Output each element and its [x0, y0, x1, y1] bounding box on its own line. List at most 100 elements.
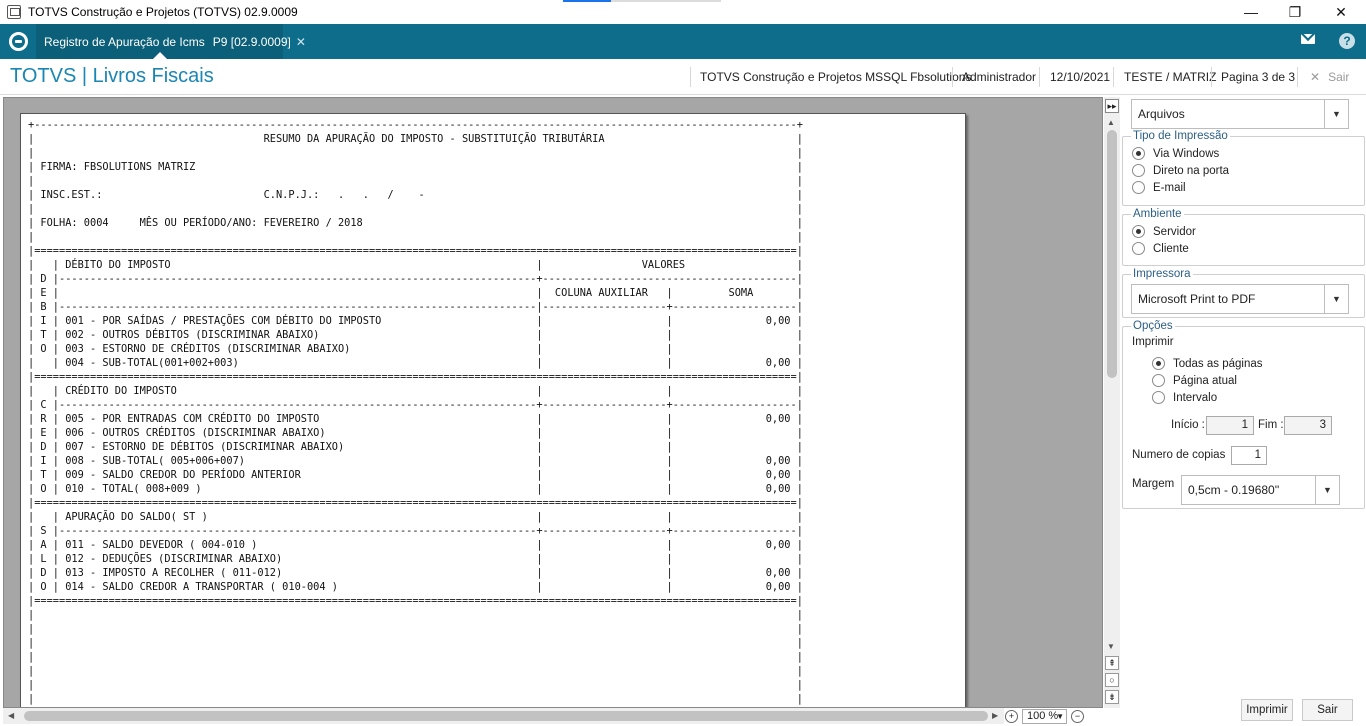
printer-value: Microsoft Print to PDF [1138, 292, 1256, 306]
page-down-icon[interactable]: ⇟ [1105, 690, 1119, 704]
toggle-panel-icon[interactable]: ▸▸ [1105, 99, 1119, 113]
report-line: | FOLHA: 0004 MÊS OU PERÍODO/ANO: FEVERE… [28, 217, 803, 229]
help-icon[interactable]: ? [1339, 33, 1355, 49]
chevron-down-icon: ▼ [1056, 711, 1064, 721]
zoom-out-icon[interactable]: − [1071, 709, 1084, 723]
close-window-button[interactable]: ✕ [1318, 0, 1364, 24]
report-line: | | [28, 623, 803, 635]
report-line: | T | 009 - SALDO CREDOR DO PERÍODO ANTE… [28, 469, 803, 481]
radio-pagina-atual[interactable]: Página atual [1152, 374, 1237, 387]
minimize-button[interactable]: — [1228, 0, 1274, 24]
radio-label: E-mail [1153, 181, 1186, 194]
impressora-group: Impressora Microsoft Print to PDF ▼ [1122, 268, 1365, 318]
print-preview-area[interactable]: +---------------------------------------… [3, 97, 1103, 708]
report-line: | | [28, 637, 803, 649]
radio-dot [1152, 357, 1165, 370]
preview-vertical-scrollbar[interactable]: ▸▸ ▲ ▼ ⇞ ○ ⇟ [1104, 97, 1120, 708]
scroll-left-icon[interactable]: ◀ [8, 711, 14, 720]
radio-cliente[interactable]: Cliente [1132, 242, 1189, 255]
restore-button[interactable]: ❐ [1272, 0, 1318, 24]
window-title: TOTVS Construção e Projetos (TOTVS) 02.9… [28, 5, 298, 19]
mail-icon[interactable] [1301, 34, 1315, 44]
radio-todas-paginas[interactable]: Todas as páginas [1152, 357, 1263, 370]
output-select[interactable]: Arquivos ▼ [1131, 99, 1349, 129]
report-line: | A | 011 - SALDO DEVEDOR ( 004-010 ) | … [28, 539, 803, 551]
tipo-impressao-group: Tipo de Impressão Via Windows Direto na … [1122, 130, 1365, 206]
radio-email[interactable]: E-mail [1132, 181, 1186, 194]
exit-button[interactable]: Sair [1302, 699, 1353, 721]
radio-servidor[interactable]: Servidor [1132, 225, 1196, 238]
radio-via-windows[interactable]: Via Windows [1132, 147, 1219, 160]
radio-dot [1132, 164, 1145, 177]
report-line: | | 004 - SUB-TOTAL(001+002+003) | | 0,0… [28, 357, 803, 369]
report-line: |=======================================… [28, 595, 803, 607]
scroll-right-icon[interactable]: ▶ [992, 711, 998, 720]
radio-dot [1132, 181, 1145, 194]
scroll-down-icon[interactable]: ▼ [1107, 642, 1115, 651]
report-line: |=======================================… [28, 371, 803, 383]
report-line: | | APURAÇÃO DO SALDO( ST ) | | | [28, 511, 803, 523]
zoom-value: 100 % [1027, 709, 1059, 722]
inicio-label: Início : [1171, 419, 1205, 431]
zoom-select[interactable]: 100 % ▼ [1022, 708, 1067, 724]
report-line: | | [28, 203, 803, 215]
horizontal-scroll-thumb[interactable] [24, 711, 988, 721]
zoom-control: + 100 % ▼ − [1005, 708, 1104, 724]
header-divider [952, 67, 953, 87]
radio-label: Intervalo [1173, 391, 1218, 404]
report-line: | INSC.EST.: C.N.P.J.: . . / - | [28, 189, 803, 201]
opcoes-group: Opções Imprimir Todas as páginas Página … [1122, 320, 1365, 509]
module-header: TOTVS | Livros Fiscais TOTVS Construção … [0, 59, 1366, 95]
radio-label: Todas as páginas [1173, 357, 1263, 370]
radio-label: Via Windows [1153, 147, 1220, 160]
header-divider [1039, 67, 1040, 87]
inicio-input[interactable]: 1 [1206, 416, 1254, 435]
margem-select[interactable]: 0,5cm - 0.19680'' ▼ [1181, 475, 1340, 505]
radio-direto-porta[interactable]: Direto na porta [1132, 164, 1229, 177]
active-tab-indicator [153, 52, 167, 59]
report-line: | O | 010 - TOTAL( 008+009 ) | | 0,00 | [28, 483, 803, 495]
page-up-icon[interactable]: ⇞ [1105, 656, 1119, 670]
report-line: | B |-----------------------------------… [28, 301, 803, 313]
report-line: | | CRÉDITO DO IMPOSTO | | | [28, 385, 803, 397]
report-line: | | [28, 693, 803, 705]
scroll-up-icon[interactable]: ▲ [1107, 118, 1115, 127]
copias-input[interactable]: 1 [1231, 446, 1267, 465]
report-line: | D | 007 - ESTORNO DE DÉBITOS (DISCRIMI… [28, 441, 803, 453]
header-exit-button[interactable]: ✕ Sair [1310, 59, 1349, 95]
close-icon: ✕ [1310, 70, 1321, 84]
radio-intervalo[interactable]: Intervalo [1152, 391, 1217, 404]
report-line: |=======================================… [28, 245, 803, 257]
chevron-down-icon: ▼ [1324, 285, 1348, 313]
tipo-impressao-title: Tipo de Impressão [1131, 130, 1230, 142]
report-line: | | [28, 665, 803, 677]
report-line: | RESUMO DA APURAÇÃO DO IMPOSTO - SUBSTI… [28, 133, 803, 145]
loading-indicator [563, 0, 611, 2]
radio-dot [1132, 147, 1145, 160]
totvs-logo-icon[interactable] [9, 32, 28, 51]
report-line: | | [28, 609, 803, 621]
zoom-in-icon[interactable]: + [1005, 709, 1018, 723]
report-line: | I | 008 - SUB-TOTAL( 005+006+007) | | … [28, 455, 803, 467]
report-line: | D | 013 - IMPOSTO A RECOLHER ( 011-012… [28, 567, 803, 579]
report-line: | O | 014 - SALDO CREDOR A TRANSPORTAR (… [28, 581, 803, 593]
center-page-icon[interactable]: ○ [1105, 673, 1119, 687]
ambiente-title: Ambiente [1131, 208, 1184, 220]
fim-input[interactable]: 3 [1284, 416, 1332, 435]
report-line: | D |-----------------------------------… [28, 273, 803, 285]
app-window-icon [7, 5, 21, 19]
report-line: | I | 001 - POR SAÍDAS / PRESTAÇÕES COM … [28, 315, 803, 327]
window-titlebar: TOTVS Construção e Projetos (TOTVS) 02.9… [0, 0, 1366, 24]
vertical-scroll-thumb[interactable] [1107, 130, 1117, 378]
tab-close-icon[interactable]: ✕ [296, 35, 306, 49]
margem-value: 0,5cm - 0.19680'' [1188, 483, 1280, 497]
radio-dot [1152, 374, 1165, 387]
radio-dot [1132, 242, 1145, 255]
print-button[interactable]: Imprimir [1241, 699, 1293, 721]
header-divider [1297, 67, 1298, 87]
preview-horizontal-scrollbar[interactable]: ◀ ▶ [3, 708, 1004, 724]
impressora-title: Impressora [1131, 268, 1193, 280]
radio-label: Cliente [1153, 242, 1189, 255]
printer-select[interactable]: Microsoft Print to PDF ▼ [1131, 284, 1349, 314]
tab-label: Registro de Apuração de Icms [44, 34, 205, 49]
